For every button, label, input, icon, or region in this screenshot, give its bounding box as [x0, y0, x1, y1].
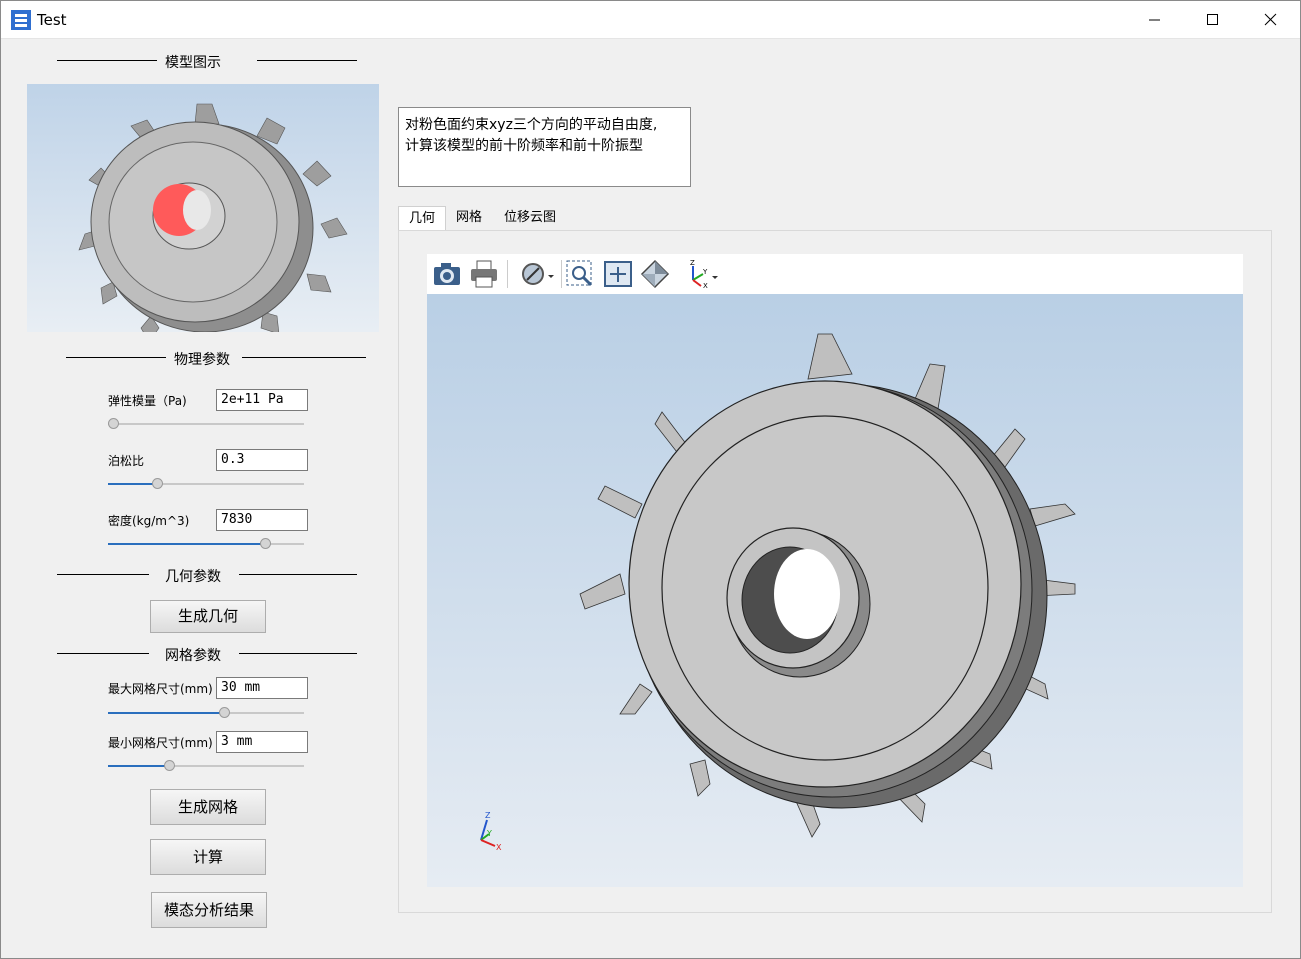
description-line-2: 计算该模型的前十阶频率和前十阶振型	[405, 138, 643, 154]
model-section-title: 模型图示	[165, 55, 221, 71]
maximize-button[interactable]	[1184, 1, 1242, 38]
compute-button[interactable]: 计算	[150, 839, 266, 875]
modal-results-button[interactable]: 模态分析结果	[151, 892, 267, 928]
camera-icon[interactable]	[431, 258, 463, 290]
mesh-section-title: 网格参数	[165, 648, 221, 664]
window-title: Test	[37, 11, 67, 29]
min-mesh-size-label: 最小网格尺寸(mm)	[108, 736, 213, 750]
tab-mesh[interactable]: 网格	[448, 206, 490, 230]
elastic-modulus-input[interactable]: 2e+11 Pa	[216, 389, 308, 411]
poisson-ratio-label: 泊松比	[108, 454, 145, 468]
model-preview-image	[27, 84, 379, 332]
svg-text:X: X	[703, 282, 708, 290]
viewer-toolbar: Z Y X	[427, 254, 1243, 294]
description-line-1: 对粉色面约束xyz三个方向的平动自由度,	[405, 117, 658, 133]
model-section-header: 模型图示	[57, 50, 357, 71]
tab-displacement[interactable]: 位移云图	[498, 206, 562, 230]
physical-section-header: 物理参数	[66, 347, 366, 368]
app-icon	[11, 10, 31, 30]
geometry-section-header: 几何参数	[57, 564, 357, 585]
title-bar: Test	[1, 1, 1300, 39]
density-input[interactable]: 7830	[216, 509, 308, 531]
display-mode-icon[interactable]	[517, 258, 557, 290]
description-box: 对粉色面约束xyz三个方向的平动自由度, 计算该模型的前十阶频率和前十阶振型	[398, 107, 691, 187]
axis-orientation-icon[interactable]: Z Y X	[683, 258, 723, 290]
elastic-modulus-slider[interactable]	[108, 418, 304, 430]
3d-viewer[interactable]: Z Y X Z Y X	[427, 254, 1243, 887]
3d-canvas[interactable]: Z Y X	[427, 294, 1243, 887]
elastic-modulus-label: 弹性模量（Pa)	[108, 394, 187, 408]
close-button[interactable]	[1242, 1, 1300, 38]
geometry-section-title: 几何参数	[165, 569, 221, 585]
max-mesh-size-slider[interactable]	[108, 707, 304, 719]
poisson-ratio-input[interactable]: 0.3	[216, 449, 308, 471]
minimize-icon	[1149, 19, 1160, 21]
mesh-section-header: 网格参数	[57, 643, 357, 664]
svg-text:Z: Z	[690, 259, 695, 267]
zoom-box-icon[interactable]	[564, 258, 596, 290]
print-icon[interactable]	[468, 258, 500, 290]
triad-x-label: X	[496, 843, 502, 852]
tab-geometry[interactable]: 几何	[398, 206, 446, 231]
min-mesh-size-input[interactable]: 3 mm	[216, 731, 308, 753]
close-icon	[1264, 13, 1277, 26]
poisson-ratio-slider[interactable]	[108, 478, 304, 490]
main-window: Test 模型图示 物理参数 弹性模量（Pa) 2e+11 Pa 泊松比 0.3…	[0, 0, 1301, 959]
max-mesh-size-input[interactable]: 30 mm	[216, 677, 308, 699]
max-mesh-size-label: 最大网格尺寸(mm)	[108, 682, 213, 696]
svg-text:Y: Y	[702, 268, 708, 276]
triad-y-label: Y	[486, 829, 492, 838]
gear-model	[579, 333, 1076, 838]
density-label: 密度(kg/m^3)	[108, 514, 190, 528]
generate-mesh-button[interactable]: 生成网格	[150, 789, 266, 825]
view-cube-icon[interactable]	[639, 258, 671, 290]
axis-triad-icon: Z Y X	[480, 811, 502, 852]
maximize-icon	[1207, 14, 1218, 25]
fit-all-icon[interactable]	[602, 258, 634, 290]
triad-z-label: Z	[485, 811, 491, 820]
physical-section-title: 物理参数	[174, 352, 230, 368]
min-mesh-size-slider[interactable]	[108, 760, 304, 772]
minimize-button[interactable]	[1126, 1, 1184, 38]
generate-geometry-button[interactable]: 生成几何	[150, 600, 266, 633]
density-slider[interactable]	[108, 538, 304, 550]
